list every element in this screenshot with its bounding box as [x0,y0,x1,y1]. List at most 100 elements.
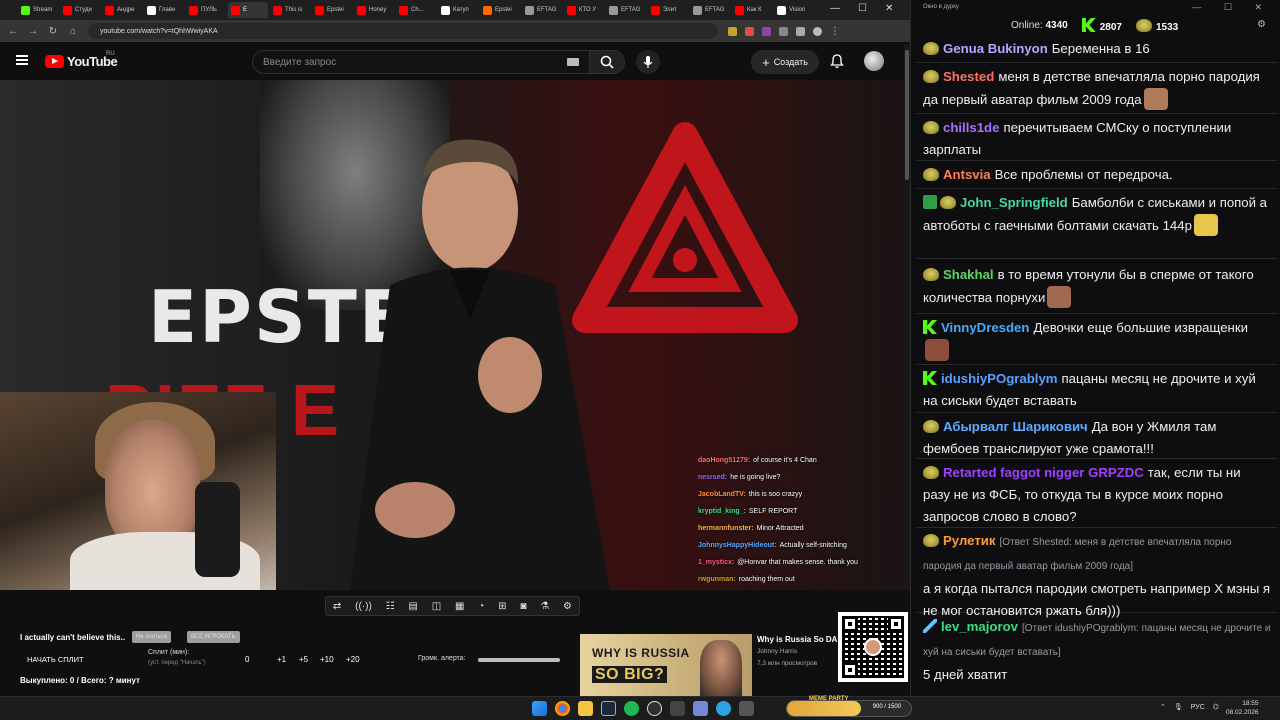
browser-tab[interactable]: КТО У [564,2,604,18]
chat-username[interactable]: Genua Bukinyon [943,41,1048,56]
chat-username[interactable]: Абырвалг Шарикович [943,419,1088,434]
picture-in-picture-icon[interactable]: ◫ [432,601,441,612]
browser-tab[interactable]: Epstei [480,2,520,18]
chat-username[interactable]: Retarted faggot nigger GRPZDC [943,465,1144,480]
browser-tab[interactable]: Е [228,2,268,18]
create-button[interactable]: + Создать [751,50,819,74]
add-to-queue-icon[interactable]: ⊞ [498,601,506,612]
back-icon[interactable]: ← [8,26,18,37]
language-indicator[interactable]: РУС [1191,704,1205,711]
extension-icon[interactable] [745,26,754,36]
search-button[interactable] [589,50,625,74]
account-avatar[interactable] [864,51,884,71]
browser-tab[interactable]: Ch... [396,2,436,18]
keyboard-icon[interactable] [567,58,579,66]
browser-tab[interactable]: ПУЛЬ [186,2,226,18]
chat-username[interactable]: Shested [943,69,994,84]
split-minutes-value[interactable]: 0 [245,655,249,664]
telegram-icon[interactable] [716,701,731,716]
search-input[interactable]: Введите запрос [252,50,590,74]
browser-tab[interactable]: EFTAG [606,2,646,18]
screenshot-icon[interactable]: ◙ [520,601,526,612]
browser-tab[interactable]: This is [270,2,310,18]
chat-username[interactable]: Рулетик [943,533,996,548]
subtitles-icon[interactable]: ▦ [455,601,464,612]
extension-icon[interactable] [779,26,788,36]
browser-tab[interactable]: Как К [732,2,772,18]
close-icon[interactable]: ✕ [885,3,893,14]
start-split-button[interactable]: НАЧАТЬ СПЛИТ [27,655,84,664]
browser-tab[interactable]: EFTAG [522,2,562,18]
obs-icon[interactable] [647,701,662,716]
create-label: Создать [773,57,808,67]
profile-icon[interactable] [813,26,822,36]
sword-badge-icon [923,619,937,633]
browser-tab[interactable]: Андре [102,2,142,18]
chat-username[interactable]: Antsvia [943,167,991,182]
chip-button[interactable]: ВСЕ ИГРОКАТЬ [187,631,240,643]
browser-tab[interactable]: Главн [144,2,184,18]
browser-tab[interactable]: Honey [354,2,394,18]
menu-dots-icon[interactable]: ⋮ [830,26,840,37]
app-icon[interactable] [670,701,685,716]
start-windows-icon[interactable] [532,701,547,716]
maximize-icon[interactable]: ☐ [858,3,867,14]
video-player[interactable]: EPSTE PIZZ E daoHong51279:of course it's… [0,80,905,590]
chat-username[interactable]: Shakhal [943,267,994,282]
flask-icon[interactable]: ⚗ [540,601,549,612]
browser-tab[interactable]: Stream [18,2,58,18]
alert-volume-slider[interactable] [478,658,560,662]
chat-username[interactable]: lev_majorov [941,619,1018,634]
film-icon[interactable]: ▤ [408,601,417,612]
scrollbar-thumb[interactable] [905,50,909,180]
minimize-icon[interactable]: — [830,3,840,14]
extension-icon[interactable] [762,26,771,36]
network-icon[interactable]: ⌬ [1213,703,1219,711]
browser-tab[interactable]: Студи [60,2,100,18]
broadcast-icon[interactable]: ((·)) [355,601,372,612]
browser-tab[interactable]: Катуп [438,2,478,18]
recommended-author[interactable]: Johnny Harris [757,648,797,655]
presenter-figure [350,139,610,590]
tray-chevron-icon[interactable]: ⌃ [1160,703,1166,711]
speed-icon[interactable]: ◔ [478,601,484,612]
chat-username[interactable]: idushiyPOgrablym [941,371,1058,386]
explorer-icon[interactable] [578,701,593,716]
split-plus-button[interactable]: +20 [346,655,360,664]
extension-icon[interactable] [728,26,737,36]
spotify-icon[interactable] [624,701,639,716]
loop-icon[interactable]: ⇄ [333,601,341,612]
system-clock[interactable]: 18:55 08.02.2026 [1226,699,1259,717]
split-plus-button[interactable]: +10 [320,655,334,664]
steam-icon[interactable] [601,701,616,716]
chat-window-controls[interactable]: — ☐ ✕ [1192,2,1272,13]
app-icon[interactable] [693,701,708,716]
split-plus-button[interactable]: +1 [277,655,286,664]
chip-button[interactable]: Не злиться [132,631,171,643]
app-icon[interactable] [739,701,754,716]
chat-username[interactable]: chills1de [943,120,999,135]
split-plus-button[interactable]: +5 [299,655,308,664]
chat-username[interactable]: John_Springfield [960,195,1068,210]
playlist-icon[interactable]: ☷ [386,601,395,612]
browser-tab[interactable]: Элит [648,2,688,18]
browser-tab[interactable]: EFTAG [690,2,730,18]
home-icon[interactable]: ⌂ [68,26,78,37]
recommended-title[interactable]: Why is Russia So DA [757,635,837,644]
recommended-thumbnail[interactable]: WHY IS RUSSIA SO BIG? [580,634,752,696]
chat-username[interactable]: VinnyDresden [941,320,1029,335]
chat-settings-gear-icon[interactable]: ⚙ [1257,19,1266,30]
menu-icon[interactable] [16,55,28,65]
voice-search-button[interactable] [636,50,660,74]
settings-gear-icon[interactable]: ⚙ [563,601,572,612]
browser-tab[interactable]: Vision [774,2,814,18]
notifications-bell-icon[interactable] [830,54,844,69]
mic-tray-icon[interactable]: 🎙 [1174,703,1183,711]
browser-tab[interactable]: Epstei [312,2,352,18]
forward-icon[interactable]: → [28,26,38,37]
url-field[interactable]: youtube.com/watch?v=tQhhWwiyAKA [88,23,718,39]
reload-icon[interactable]: ↻ [48,26,58,37]
chrome-icon[interactable] [555,701,570,716]
download-icon[interactable] [796,26,805,36]
chat-message-text: Все проблемы от передроча. [994,167,1173,182]
